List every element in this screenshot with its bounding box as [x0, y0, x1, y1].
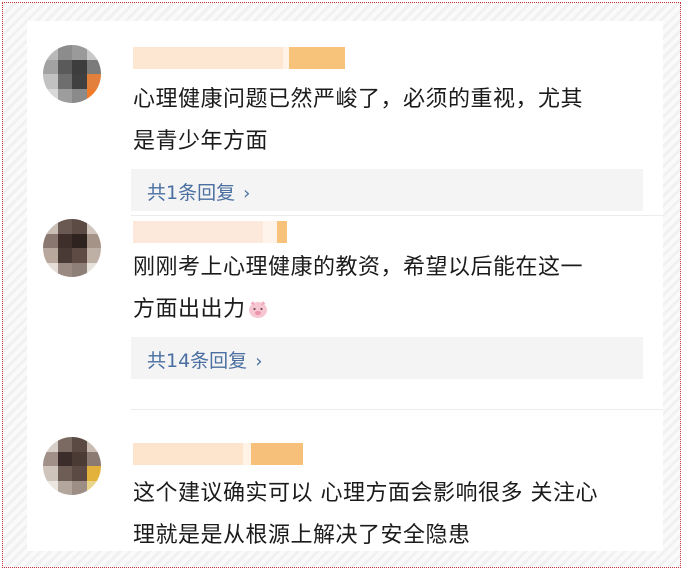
comment-list: 心理健康问题已然严峻了，必须的重视，尤其 是青少年方面 共1条回复 › 刚刚考上… — [27, 21, 663, 551]
comment-text-fragment: 方面出出力 — [133, 297, 246, 322]
comment-text: 刚刚考上心理健康的教资，希望以后能在这一 方面出出力 — [133, 247, 633, 331]
divider — [131, 215, 663, 216]
comment-text-line: 刚刚考上心理健康的教资，希望以后能在这一 — [133, 255, 584, 280]
comment-item: 心理健康问题已然严峻了，必须的重视，尤其 是青少年方面 共1条回复 › — [27, 21, 663, 216]
comment-item: 刚刚考上心理健康的教资，希望以后能在这一 方面出出力 共14条回复 › — [27, 217, 663, 407]
reply-count-label: 共1条回复 — [147, 182, 236, 204]
reply-count-label: 共14条回复 — [147, 350, 248, 372]
avatar[interactable] — [43, 437, 101, 495]
reply-summary[interactable]: 共1条回复 › — [131, 169, 643, 211]
avatar[interactable] — [43, 45, 101, 103]
comment-text-line: 方面出出力 — [133, 289, 633, 331]
username[interactable] — [133, 221, 287, 243]
screenshot-frame: 心理健康问题已然严峻了，必须的重视，尤其 是青少年方面 共1条回复 › 刚刚考上… — [2, 2, 681, 568]
pig-face-emoji-icon — [248, 301, 267, 318]
comment-text: 这个建议确实可以 心理方面会影响很多 关注心 理就是是从根源上解决了安全隐患 — [133, 473, 653, 557]
comment-text-line: 心理健康问题已然严峻了，必须的重视，尤其 — [133, 87, 584, 112]
chevron-right-icon: › — [255, 351, 263, 372]
username[interactable] — [133, 443, 303, 465]
reply-summary[interactable]: 共14条回复 › — [131, 337, 643, 379]
comment-text-line: 这个建议确实可以 心理方面会影响很多 关注心 — [133, 481, 598, 506]
reply-count-link[interactable]: 共14条回复 › — [147, 346, 262, 373]
avatar[interactable] — [43, 219, 101, 277]
comment-text-line: 理就是是从根源上解决了安全隐患 — [133, 523, 471, 548]
reply-count-link[interactable]: 共1条回复 › — [147, 178, 250, 205]
comment-text-line: 是青少年方面 — [133, 129, 269, 154]
comment-item: 这个建议确实可以 心理方面会影响很多 关注心 理就是是从根源上解决了安全隐患 — [27, 409, 663, 551]
username[interactable] — [133, 47, 345, 69]
comment-text: 心理健康问题已然严峻了，必须的重视，尤其 是青少年方面 — [133, 79, 633, 163]
chevron-right-icon: › — [243, 183, 251, 204]
